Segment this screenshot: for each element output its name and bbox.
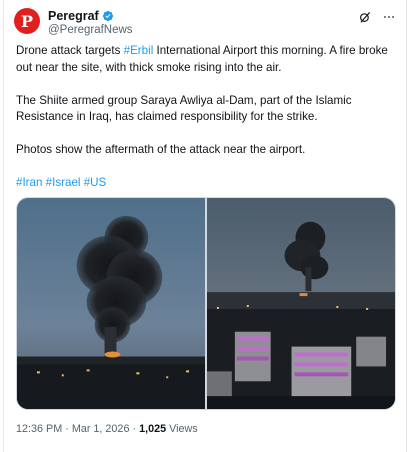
tweet-paragraph-1: Drone attack targets #Erbil Internationa…	[16, 43, 396, 76]
verified-badge-icon	[102, 10, 113, 22]
photo-city-night-smoke[interactable]	[207, 198, 395, 409]
more-icon[interactable]	[382, 10, 396, 24]
hashtag-link-israel[interactable]: #Israel	[46, 176, 81, 189]
meta-separator: ·	[65, 423, 69, 435]
hashtag-link-us[interactable]: #US	[84, 176, 107, 189]
tweet-meta: 12:36 PM · Mar 1, 2026 · 1,025 Views	[16, 423, 198, 435]
hashtag-link-erbil[interactable]: #Erbil	[124, 44, 154, 57]
tweet-time[interactable]: 12:36 PM	[16, 423, 62, 435]
tweet-paragraph-2: The Shiite armed group Saraya Awliya al-…	[16, 93, 352, 124]
views-label: Views	[169, 423, 198, 435]
tweet-paragraph-3: Photos show the aftermath of the attack …	[16, 143, 306, 156]
tweet-text: Drone attack targets #Erbil Internationa…	[16, 43, 396, 208]
photo-smoke-plume-wide[interactable]	[17, 198, 205, 409]
media-grid	[16, 197, 396, 410]
grok-icon[interactable]	[358, 10, 372, 24]
tweet-header: P Peregraf @PeregrafNews	[14, 8, 396, 38]
tweet-date[interactable]: Mar 1, 2026	[72, 423, 130, 435]
hashtag-link-iran[interactable]: #Iran	[16, 176, 42, 189]
tweet-card: P Peregraf @PeregrafNews Drone attack ta…	[3, 0, 407, 452]
handle[interactable]: @PeregrafNews	[48, 24, 133, 36]
header-actions	[358, 10, 396, 24]
display-name[interactable]: Peregraf	[48, 9, 99, 23]
hashtag-row: #Iran #Israel #US	[16, 175, 396, 192]
text-segment: Drone attack targets	[16, 44, 124, 57]
meta-separator: ·	[132, 423, 137, 435]
views-count: 1,025	[139, 423, 167, 435]
avatar[interactable]: P	[14, 8, 40, 34]
avatar-letter: P	[20, 11, 34, 31]
name-row: Peregraf	[48, 9, 114, 23]
